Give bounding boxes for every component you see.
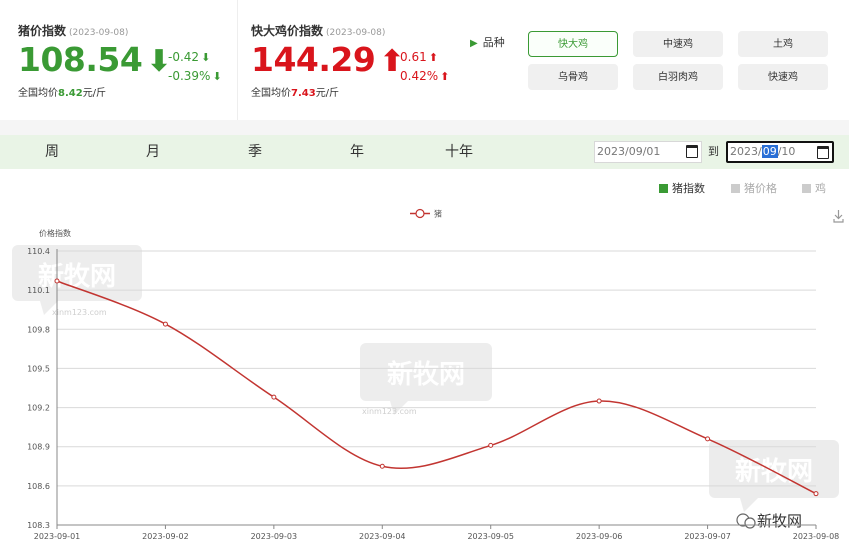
calendar-icon[interactable] — [817, 146, 829, 159]
x-tick-label: 2023-09-03 — [251, 532, 298, 541]
x-axis-ticks: 2023-09-01 2023-09-02 2023-09-03 2023-09-04… — [34, 525, 840, 541]
watermark-logo: 新牧网 xinm123.com — [360, 343, 492, 416]
pig-index-title: 猪价指数 — [18, 24, 67, 38]
tab-month[interactable]: 月 — [146, 135, 160, 169]
chicken-change-percent: 0.42% — [400, 69, 439, 83]
pig-index-card: 猪价指数 (2023-09-08) 108.54 ⬇ -0.42 ⬇ -0.39% ⬇ … — [0, 0, 237, 120]
period-bar: 周 月 季 年 十年 2023/09/01 到 2023/09/10 — [0, 135, 849, 169]
wechat-account-name: 新牧网 — [757, 512, 802, 530]
pig-index-value: 108.54 — [18, 40, 143, 79]
chicken-avg-unit: 元/斤 — [315, 88, 340, 99]
y-tick-label: 108.3 — [27, 521, 50, 530]
pig-avg-unit: 元/斤 — [82, 88, 107, 99]
chart-panel: 猪指数 猪价格 鸡 新牧网 xinm123.com 新牧网 xinm123.co… — [0, 169, 849, 555]
variety-button-quick-chicken[interactable]: 快速鸡 — [738, 64, 828, 90]
y-axis-ticks: 108.3 108.6 108.9 109.2 109.5 109.8 110.1 110.4 — [27, 247, 50, 530]
price-index-chart: 新牧网 xinm123.com 新牧网 xinm123.com 新牧网 新牧网 … — [12, 209, 840, 541]
down-arrow-icon: ⬇ — [212, 70, 222, 83]
y-tick-label: 110.4 — [27, 247, 50, 256]
x-tick-label: 2023-09-08 — [793, 532, 840, 541]
y-tick-label: 110.1 — [27, 286, 50, 295]
chicken-index-title: 快大鸡价指数 — [251, 24, 324, 38]
data-point[interactable] — [596, 398, 602, 404]
triangle-right-icon: ▶ — [470, 38, 478, 49]
variety-label-row: ▶ 品种 — [470, 34, 505, 50]
y-tick-label: 108.6 — [27, 482, 50, 491]
y-tick-label: 109.8 — [27, 325, 50, 334]
watermark-subtext: xinm123.com — [52, 308, 107, 317]
start-date-input[interactable]: 2023/09/01 — [594, 141, 702, 163]
data-point[interactable] — [813, 491, 819, 497]
legend-series-label: 猪 — [434, 209, 442, 219]
pig-index-value-row: 108.54 ⬇ — [18, 40, 171, 82]
x-tick-label: 2023-09-02 — [142, 532, 189, 541]
variety-button-medium-chicken[interactable]: 中速鸡 — [633, 31, 723, 57]
y-tick-label: 109.2 — [27, 404, 50, 413]
chicken-avg-price: 全国均价7.43元/斤 — [251, 84, 339, 99]
x-tick-label: 2023-09-01 — [34, 532, 81, 541]
pig-change-percent: -0.39% — [168, 69, 211, 83]
pig-avg-price: 全国均价8.42元/斤 — [18, 84, 106, 99]
tab-week[interactable]: 周 — [45, 135, 59, 169]
end-date-day: /10 — [777, 145, 796, 158]
chicken-avg-value: 7.43 — [291, 88, 316, 99]
end-date-input[interactable]: 2023/09/10 — [726, 141, 834, 163]
chart-legend[interactable]: 猪 — [410, 209, 442, 219]
pig-avg-value: 8.42 — [58, 88, 83, 99]
up-arrow-icon: ⬆ — [440, 70, 450, 83]
date-range-separator: 到 — [708, 145, 719, 158]
watermark-subtext: xinm123.com — [362, 407, 417, 416]
tab-year[interactable]: 年 — [350, 135, 364, 169]
y-tick-label: 108.9 — [27, 443, 50, 452]
y-axis-title: 价格指数 — [39, 228, 71, 238]
watermark-text: 新牧网 — [387, 359, 465, 390]
chicken-index-date: (2023-09-08) — [326, 28, 386, 38]
data-point[interactable] — [162, 321, 168, 327]
variety-label: 品种 — [482, 36, 505, 49]
pig-index-header: 猪价指数 (2023-09-08) — [18, 20, 128, 39]
x-tick-label: 2023-09-04 — [359, 532, 406, 541]
pig-avg-label: 全国均价 — [18, 88, 58, 99]
tab-decade[interactable]: 十年 — [445, 135, 473, 169]
pig-change-value: -0.42 — [168, 50, 200, 64]
data-point[interactable] — [705, 436, 711, 442]
end-date-year: 2023/ — [730, 145, 762, 158]
y-tick-label: 109.5 — [27, 364, 50, 373]
calendar-icon[interactable] — [686, 145, 698, 158]
chicken-index-header: 快大鸡价指数 (2023-09-08) — [251, 20, 385, 39]
x-tick-label: 2023-09-07 — [684, 532, 731, 541]
wechat-watermark: 新牧网 — [736, 512, 802, 530]
index-panel: 猪价指数 (2023-09-08) 108.54 ⬇ -0.42 ⬇ -0.39% ⬇ … — [0, 0, 849, 120]
variety-button-silkie-chicken[interactable]: 乌骨鸡 — [528, 64, 618, 90]
chicken-index-card: 快大鸡价指数 (2023-09-08) 144.29 ⬆ 0.61 ⬆ 0.42% ⬆ … — [237, 0, 460, 120]
chicken-avg-label: 全国均价 — [251, 88, 291, 99]
variety-button-native-chicken[interactable]: 土鸡 — [738, 31, 828, 57]
data-point[interactable] — [271, 394, 277, 400]
variety-button-fast-chicken[interactable]: 快大鸡 — [528, 31, 618, 57]
chicken-index-change: 0.61 ⬆ 0.42% ⬆ — [400, 48, 449, 86]
x-tick-label: 2023-09-06 — [576, 532, 623, 541]
chicken-change-value: 0.61 — [400, 50, 427, 64]
pig-index-date: (2023-09-08) — [69, 28, 129, 38]
x-tick-label: 2023-09-05 — [467, 532, 514, 541]
watermark-logo: 新牧网 — [709, 440, 839, 512]
start-date-value: 2023/09/01 — [597, 145, 661, 158]
data-point[interactable] — [54, 278, 60, 284]
down-arrow-icon: ⬇ — [201, 51, 211, 64]
variety-button-white-broiler[interactable]: 白羽肉鸡 — [633, 64, 723, 90]
tab-quarter[interactable]: 季 — [248, 135, 262, 169]
data-point[interactable] — [379, 463, 385, 469]
data-point[interactable] — [488, 442, 494, 448]
end-date-month-selected[interactable]: 09 — [761, 145, 778, 158]
pig-index-change: -0.42 ⬇ -0.39% ⬇ — [168, 48, 222, 86]
up-arrow-icon: ⬆ — [428, 51, 438, 64]
chicken-index-value-row: 144.29 ⬆ — [251, 40, 404, 82]
chicken-index-value: 144.29 — [251, 40, 376, 79]
